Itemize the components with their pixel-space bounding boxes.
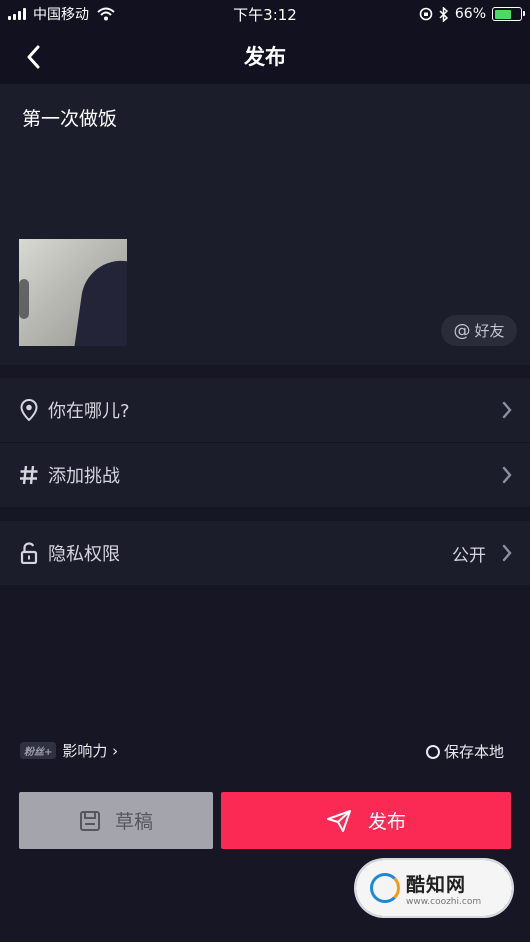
unlock-icon [18, 542, 40, 564]
page-title: 发布 [244, 45, 286, 69]
privacy-row[interactable]: 隐私权限 公开 [0, 521, 530, 585]
carrier-label: 中国移动 [33, 7, 89, 23]
status-time: 下午3:12 [233, 5, 297, 24]
site-watermark: 酷知网 www.coozhi.com [356, 860, 512, 916]
send-icon [326, 809, 351, 832]
video-thumbnail[interactable] [19, 239, 127, 346]
battery-fill [494, 9, 511, 19]
draft-label: 草稿 [114, 811, 153, 833]
privacy-label: 隐私权限 [48, 544, 120, 565]
caption-input[interactable]: 第一次做饭 [22, 104, 117, 131]
radio-icon [425, 744, 440, 759]
influence-label: 影响力 › [62, 742, 119, 760]
wifi-icon [97, 7, 115, 21]
chevron-left-icon [27, 45, 40, 69]
chevron-right-icon [500, 400, 514, 420]
save-local-toggle[interactable]: 保存本地 [425, 741, 504, 762]
watermark-url: www.coozhi.com [406, 896, 482, 907]
publish-button[interactable]: 发布 [221, 792, 511, 849]
back-button[interactable] [18, 42, 48, 72]
battery-percent: 66% [454, 6, 486, 22]
chevron-right-icon [500, 465, 514, 485]
compose-panel: 第一次做饭 @ 好友 [0, 84, 530, 365]
thumbnail-shape [19, 279, 29, 319]
at-icon: @ [453, 320, 471, 341]
coozhi-logo-icon [370, 873, 400, 903]
mention-friend-button[interactable]: @ 好友 [441, 315, 517, 346]
bluetooth-icon [439, 6, 448, 22]
influence-link[interactable]: 粉丝+ 影响力 › [20, 740, 118, 761]
draft-icon [79, 810, 100, 831]
draft-button[interactable]: 草稿 [19, 792, 213, 849]
publish-label: 发布 [367, 811, 406, 833]
location-label: 你在哪儿? [48, 401, 130, 422]
fans-badge: 粉丝+ [20, 742, 57, 759]
status-right: 66% [342, 6, 525, 22]
signal-icon [8, 8, 26, 20]
location-pin-icon [18, 399, 40, 421]
status-bar: 中国移动 下午3:12 66% [0, 0, 530, 28]
nav-bar: 发布 [0, 28, 530, 84]
mention-label: 好友 [474, 322, 505, 340]
challenge-row[interactable]: 添加挑战 [0, 443, 530, 507]
orientation-lock-icon [419, 7, 433, 21]
hashtag-icon [18, 464, 40, 486]
thumbnail-shape [73, 255, 127, 346]
privacy-value: 公开 [452, 545, 486, 566]
location-row[interactable]: 你在哪儿? [0, 378, 530, 442]
status-left: 中国移动 [8, 4, 188, 24]
battery-icon [492, 7, 525, 21]
challenge-label: 添加挑战 [48, 466, 120, 487]
watermark-text: 酷知网 www.coozhi.com [406, 870, 481, 907]
save-local-label: 保存本地 [443, 743, 504, 761]
chevron-right-icon [500, 543, 514, 563]
watermark-name: 酷知网 [406, 873, 467, 896]
